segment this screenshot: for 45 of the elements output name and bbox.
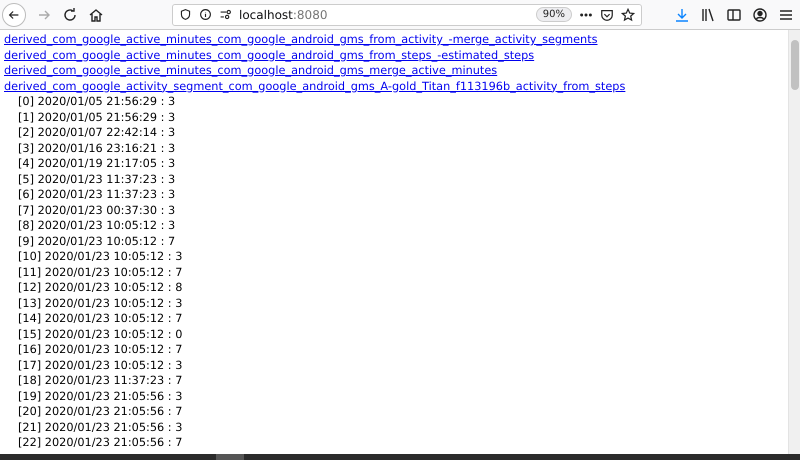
- data-entry: [9] 2020/01/23 10:05:12 : 7: [17, 234, 176, 249]
- data-entry: [19] 2020/01/23 21:05:56 : 3: [17, 388, 182, 404]
- zoom-level[interactable]: 90%: [536, 7, 572, 22]
- data-entry: [2] 2020/01/07 22:42:14 : 3: [17, 125, 176, 140]
- data-entry: [20] 2020/01/23 21:05:56 : 7: [17, 404, 182, 420]
- data-entry: [8] 2020/01/23 10:05:12 : 3: [17, 218, 176, 234]
- data-entry: [1] 2020/01/05 21:56:29 : 3: [17, 110, 176, 125]
- data-entry: [5] 2020/01/23 11:37:23 : 3: [17, 172, 176, 187]
- info-icon[interactable]: [199, 8, 212, 21]
- back-button[interactable]: [2, 2, 26, 26]
- sidebar-icon[interactable]: [726, 6, 742, 22]
- data-entry: [21] 2020/01/23 21:05:56 : 3: [17, 420, 182, 435]
- data-entry: [22] 2020/01/23 21:05:56 : 7: [17, 435, 182, 450]
- data-entry: [17] 2020/01/23 10:05:12 : 3: [17, 358, 182, 373]
- data-entry: [7] 2020/01/23 00:37:30 : 3: [17, 202, 176, 218]
- data-entry: [15] 2020/01/23 10:05:12 : 0: [17, 326, 182, 342]
- data-entry: [14] 2020/01/23 10:05:12 : 7: [17, 311, 182, 326]
- library-icon[interactable]: [700, 6, 716, 22]
- scrollbar[interactable]: [788, 30, 800, 454]
- scrollbar-thumb[interactable]: [790, 40, 798, 90]
- data-entry: [11] 2020/01/23 10:05:12 : 7: [17, 264, 182, 280]
- data-entry: [12] 2020/01/23 10:05:12 : 8: [17, 280, 182, 296]
- reload-icon[interactable]: [62, 6, 78, 22]
- url-host: localhost: [239, 8, 293, 22]
- home-icon[interactable]: [88, 6, 104, 22]
- star-icon[interactable]: [621, 8, 635, 22]
- data-entry: [18] 2020/01/23 11:37:23 : 7: [17, 373, 182, 388]
- account-icon[interactable]: [752, 6, 768, 22]
- pocket-icon[interactable]: [600, 8, 614, 22]
- data-entry: [6] 2020/01/23 11:37:23 : 3: [17, 187, 176, 202]
- permissions-icon[interactable]: [219, 8, 232, 21]
- dataset-link[interactable]: derived_com_google_activity_segment_com_google_android_gms_A-gold_Titan_f113196b_activity_from_steps: [4, 78, 626, 94]
- address-bar[interactable]: localhost:8080 90%: [172, 4, 642, 26]
- data-entry: [4] 2020/01/19 21:17:05 : 3: [17, 156, 176, 172]
- data-entry: [10] 2020/01/23 10:05:12 : 3: [17, 249, 182, 264]
- shield-icon[interactable]: [179, 8, 192, 21]
- dataset-link[interactable]: derived_com_google_active_minutes_com_google_android_gms_from_activity_-merge_activity_segments: [4, 32, 598, 48]
- dataset-link[interactable]: derived_com_google_active_minutes_com_google_android_gms_merge_active_minutes: [4, 63, 498, 78]
- data-entry: [3] 2020/01/16 23:16:21 : 3: [17, 140, 176, 156]
- url-port: :8080: [292, 8, 328, 22]
- data-entry: [13] 2020/01/23 10:05:12 : 3: [17, 296, 182, 311]
- data-entry: [16] 2020/01/23 10:05:12 : 7: [17, 342, 182, 358]
- dataset-link[interactable]: derived_com_google_active_minutes_com_google_android_gms_from_steps_-estimated_steps: [4, 48, 534, 63]
- data-entry: [0] 2020/01/05 21:56:29 : 3: [17, 94, 176, 110]
- download-icon[interactable]: [674, 6, 690, 22]
